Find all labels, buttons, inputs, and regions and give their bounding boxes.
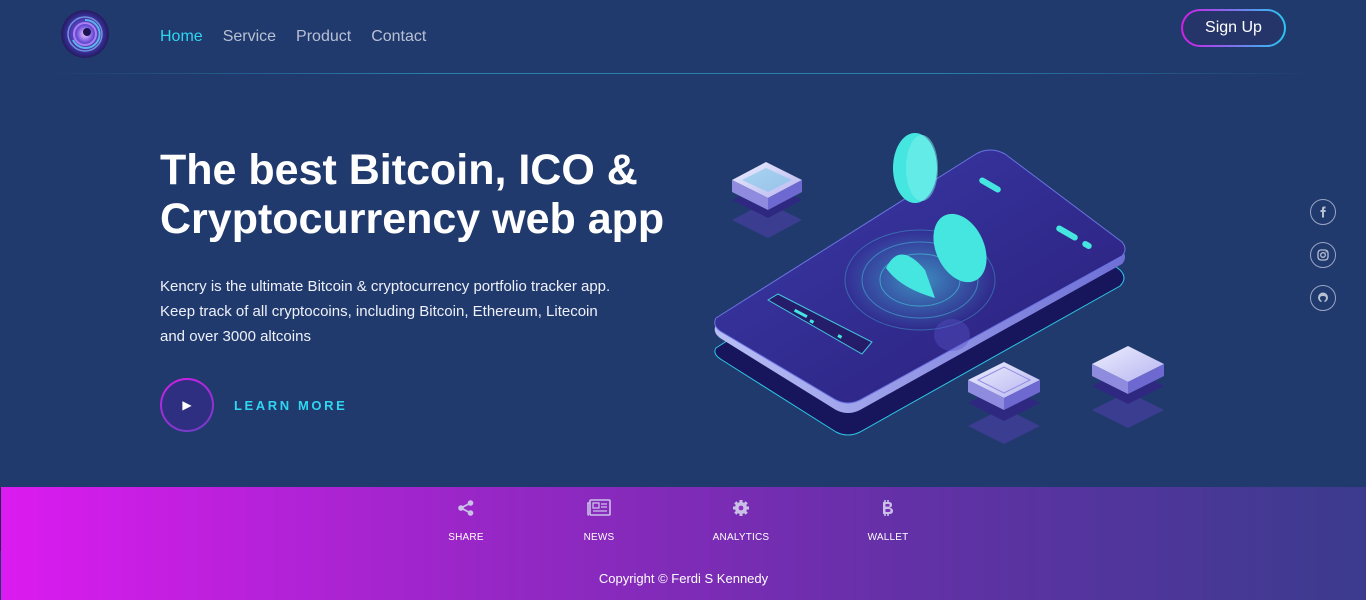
nav-service[interactable]: Service bbox=[223, 28, 276, 46]
signup-button[interactable]: Sign Up bbox=[1181, 9, 1286, 47]
footer-item-wallet[interactable]: WALLET bbox=[848, 497, 928, 543]
gear-icon bbox=[701, 497, 781, 519]
play-button[interactable]: ▶ bbox=[160, 378, 214, 432]
nav-contact[interactable]: Contact bbox=[371, 28, 426, 46]
play-icon: ▶ bbox=[162, 380, 212, 430]
copyright-text: Copyright © Ferdi S Kennedy bbox=[598, 571, 769, 586]
social-links bbox=[1310, 199, 1336, 311]
github-icon[interactable] bbox=[1310, 285, 1336, 311]
instagram-icon[interactable] bbox=[1310, 242, 1336, 268]
bitcoin-icon bbox=[848, 497, 928, 519]
hero-title: The best Bitcoin, ICO & Cryptocurrency w… bbox=[160, 146, 720, 244]
news-icon bbox=[559, 497, 639, 519]
footer: SHARE NEWS ANALYTICS WALLET Copyright © … bbox=[1, 487, 1366, 600]
main-nav: Home Service Product Contact bbox=[160, 28, 426, 46]
footer-label-share: SHARE bbox=[448, 532, 484, 543]
hero-description: Kencry is the ultimate Bitcoin & cryptoc… bbox=[160, 274, 630, 349]
learn-more-link[interactable]: LEARN MORE bbox=[234, 398, 347, 413]
logo[interactable] bbox=[61, 10, 109, 58]
nav-product[interactable]: Product bbox=[296, 28, 351, 46]
footer-label-analytics: ANALYTICS bbox=[712, 532, 770, 543]
footer-item-share[interactable]: SHARE bbox=[426, 497, 506, 543]
hero-desc-line1: Kencry is the ultimate Bitcoin & cryptoc… bbox=[160, 278, 611, 295]
nav-home[interactable]: Home bbox=[160, 28, 203, 46]
hero-desc-line2: Keep track of all cryptocoins, including… bbox=[160, 303, 598, 320]
phone-illustration bbox=[714, 133, 1164, 444]
hero-title-line2: Cryptocurrency web app bbox=[160, 195, 665, 243]
footer-label-news: NEWS bbox=[583, 532, 615, 543]
header-divider bbox=[50, 73, 1316, 74]
footer-item-news[interactable]: NEWS bbox=[559, 497, 639, 543]
hero-title-line1: The best Bitcoin, ICO & bbox=[160, 146, 638, 194]
hero-desc-line3: and over 3000 altcoins bbox=[160, 328, 311, 345]
share-icon bbox=[426, 497, 506, 519]
signup-label: Sign Up bbox=[1183, 11, 1284, 45]
footer-item-analytics[interactable]: ANALYTICS bbox=[701, 497, 781, 543]
facebook-icon[interactable] bbox=[1310, 199, 1336, 225]
footer-label-wallet: WALLET bbox=[867, 532, 909, 543]
